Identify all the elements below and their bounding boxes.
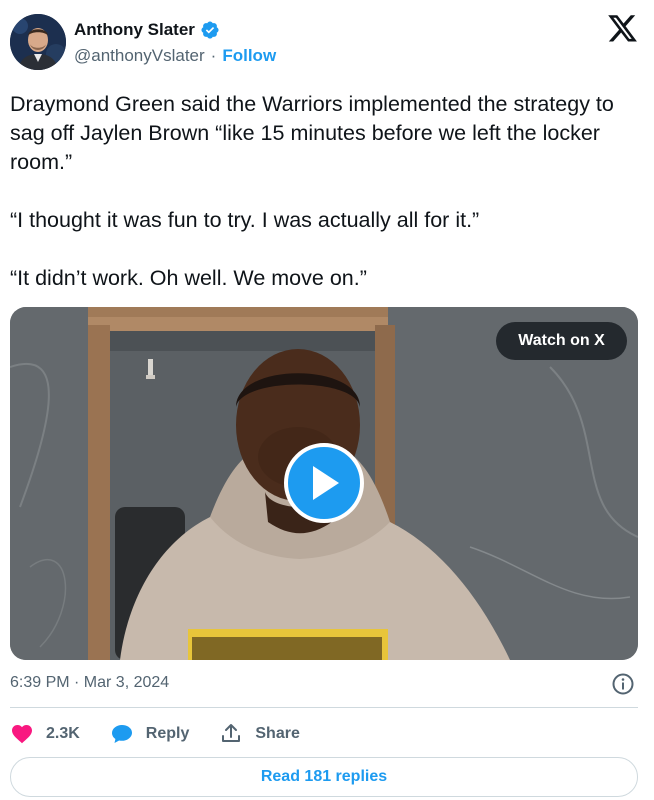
reply-button[interactable]: Reply bbox=[110, 722, 190, 746]
avatar-image bbox=[10, 14, 66, 70]
heart-icon bbox=[12, 725, 32, 744]
divider bbox=[10, 707, 638, 708]
play-button[interactable] bbox=[284, 443, 364, 523]
reply-label: Reply bbox=[145, 725, 190, 742]
author-handle[interactable]: @anthonyVslater bbox=[74, 46, 205, 66]
like-count: 2.3K bbox=[46, 725, 80, 742]
watch-on-x-button[interactable]: Watch on X bbox=[496, 322, 627, 360]
play-icon bbox=[313, 466, 339, 500]
reply-bubble-icon bbox=[111, 725, 132, 743]
x-logo-icon[interactable] bbox=[608, 15, 638, 43]
read-replies-button[interactable]: Read 181 replies bbox=[10, 757, 638, 797]
handle-row: @anthonyVslater · Follow bbox=[74, 46, 276, 66]
tweet-text: Draymond Green said the Warriors impleme… bbox=[10, 90, 640, 293]
like-button[interactable]: 2.3K bbox=[10, 722, 80, 746]
tweet-paragraph: Draymond Green said the Warriors impleme… bbox=[10, 92, 614, 174]
tweet-card: Anthony Slater @anthonyVslater · Follow … bbox=[0, 0, 654, 800]
share-label: Share bbox=[255, 725, 300, 742]
separator-dot: · bbox=[210, 46, 217, 65]
follow-button[interactable]: Follow bbox=[222, 46, 276, 66]
author-name[interactable]: Anthony Slater bbox=[74, 20, 195, 40]
info-icon[interactable] bbox=[611, 672, 635, 696]
tweet-timestamp[interactable]: 6:39 PM · Mar 3, 2024 bbox=[10, 674, 169, 692]
avatar[interactable] bbox=[10, 14, 66, 70]
name-row: Anthony Slater bbox=[74, 18, 276, 42]
share-icon bbox=[222, 724, 241, 742]
action-bar: 2.3K Reply Share bbox=[10, 720, 330, 748]
verified-badge-icon bbox=[201, 21, 219, 39]
author-block: Anthony Slater @anthonyVslater · Follow bbox=[74, 18, 276, 66]
video-player[interactable]: Watch on X bbox=[10, 307, 638, 660]
tweet-paragraph: “I thought it was fun to try. I was actu… bbox=[10, 208, 480, 232]
tweet-paragraph: “It didn’t work. Oh well. We move on.” bbox=[10, 266, 367, 290]
share-button[interactable]: Share bbox=[219, 722, 300, 746]
